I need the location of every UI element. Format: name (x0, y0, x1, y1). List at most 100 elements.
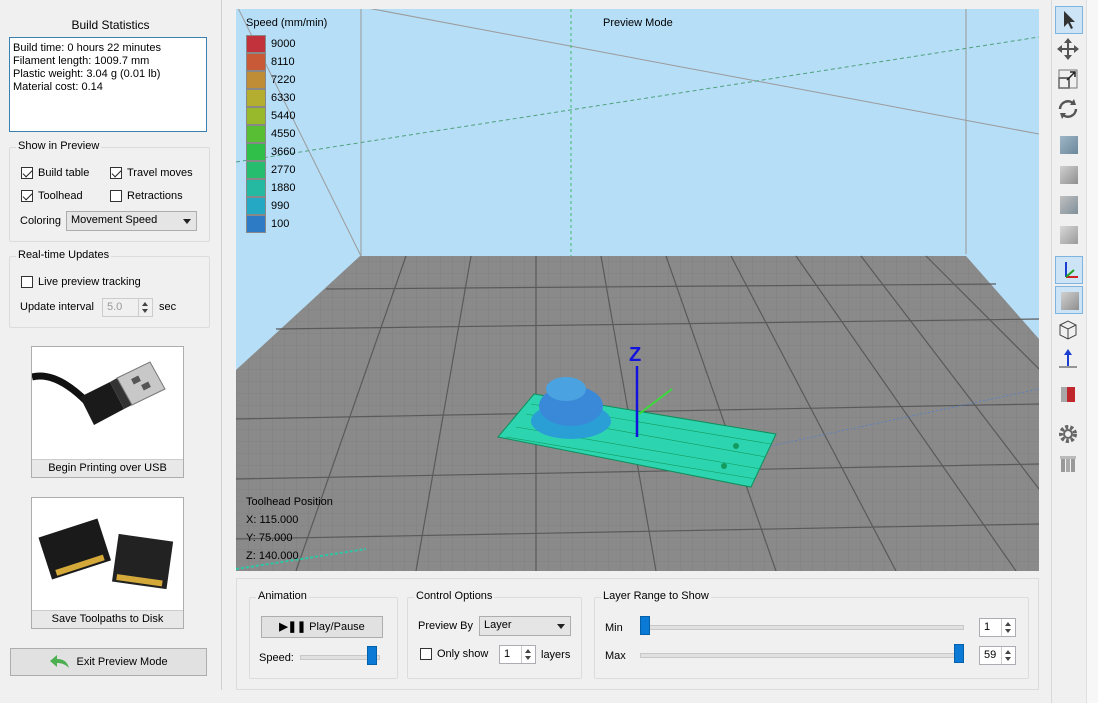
exit-preview-mode-button[interactable]: Exit Preview Mode (10, 648, 207, 676)
toolhead-position-title: Toolhead Position (246, 496, 333, 508)
preview-by-label: Preview By (418, 620, 474, 632)
build-table-checkbox[interactable] (21, 167, 33, 179)
travel-moves-label: Travel moves (127, 167, 193, 179)
vertical-scrollbar[interactable] (1086, 0, 1098, 703)
spin-up-icon[interactable] (1005, 622, 1011, 626)
chevron-down-icon (557, 624, 565, 629)
legend-row: 8110 (246, 53, 316, 71)
legend-swatch (246, 179, 266, 197)
only-show-layers-spinbox[interactable]: 1 (499, 645, 536, 664)
legend-row: 6330 (246, 89, 316, 107)
layer-min-label: Min (605, 622, 623, 634)
coloring-select-value: Movement Speed (71, 214, 158, 226)
view-front-tool[interactable] (1055, 131, 1083, 159)
legend-swatch (246, 197, 266, 215)
axes-tool[interactable] (1055, 256, 1083, 284)
z-axis-label: Z (629, 344, 641, 366)
legend-value: 5440 (271, 110, 296, 122)
build-statistics-title: Build Statistics (71, 18, 150, 32)
usb-cable-icon (31, 361, 166, 425)
layer-min-spinbox[interactable]: 1 (979, 618, 1016, 637)
legend-value: 100 (271, 218, 290, 230)
stat-plastic-weight: Plastic weight: 3.04 g (0.01 lb) (13, 68, 161, 80)
legend-row: 100 (246, 215, 316, 233)
travel-moves-checkbox[interactable] (110, 167, 122, 179)
toolhead-z: Z: 140.000 (246, 550, 299, 562)
legend-value: 990 (271, 200, 290, 212)
coloring-select[interactable]: Movement Speed (66, 211, 197, 231)
exit-preview-mode-label: Exit Preview Mode (76, 656, 168, 668)
retractions-label: Retractions (127, 190, 183, 202)
play-pause-button[interactable]: ▶❚❚ Play/Pause (261, 616, 383, 638)
move-tool[interactable] (1055, 36, 1083, 64)
speed-slider-handle[interactable] (366, 646, 377, 665)
only-show-checkbox[interactable] (420, 648, 432, 660)
view-top-tool[interactable] (1055, 191, 1083, 219)
move-icon (1057, 38, 1079, 60)
update-interval-spinbox[interactable]: 5.0 (102, 298, 153, 317)
layer-max-slider-handle[interactable] (954, 644, 964, 663)
only-show-label: Only show (437, 648, 489, 660)
solid-cube-icon (1061, 292, 1079, 310)
wireframe-tool[interactable] (1055, 316, 1083, 344)
layer-max-slider-track[interactable] (640, 653, 964, 658)
scale-tool[interactable] (1055, 66, 1083, 94)
view-front-icon (1060, 136, 1078, 154)
toolhead-y: Y: 75.000 (246, 532, 293, 544)
settings-tool[interactable] (1055, 421, 1083, 449)
preview-viewport[interactable]: Z Speed (mm/min) 9000 8110 7220 6330 5440 455… (236, 9, 1039, 571)
layer-max-spinbox[interactable]: 59 (979, 646, 1016, 665)
legend-swatch (246, 125, 266, 143)
begin-printing-usb-label: Begin Printing over USB (32, 459, 183, 477)
spin-up-icon[interactable] (1005, 650, 1011, 654)
retractions-checkbox[interactable] (110, 190, 122, 202)
spin-down-icon[interactable] (1005, 657, 1011, 661)
coloring-label: Coloring (20, 215, 61, 227)
view-iso-tool[interactable] (1055, 221, 1083, 249)
layer-min-value: 1 (984, 621, 991, 633)
begin-printing-usb-button[interactable]: Begin Printing over USB (31, 346, 184, 478)
sd-card-icon (38, 518, 174, 590)
build-direction-icon (1059, 349, 1077, 368)
layer-max-value: 59 (984, 649, 997, 661)
preview-mode-label: Preview Mode (603, 17, 673, 29)
realtime-updates-group: Real-time Updates (9, 249, 210, 328)
live-preview-tracking-checkbox[interactable] (21, 276, 33, 288)
layer-min-slider-track[interactable] (640, 625, 964, 630)
spin-down-icon[interactable] (142, 309, 148, 313)
section-tool[interactable] (1055, 381, 1083, 409)
back-arrow-icon (50, 655, 70, 669)
preview-by-select[interactable]: Layer (479, 616, 571, 636)
supports-icon (1060, 456, 1076, 472)
rotate-icon (1058, 99, 1078, 119)
spin-up-icon[interactable] (142, 302, 148, 306)
spin-down-icon[interactable] (525, 656, 531, 660)
stat-filament-length: Filament length: 1009.7 mm (13, 55, 150, 67)
build-statistics-box[interactable]: Build time: 0 hours 22 minutes Filament … (9, 37, 207, 132)
save-toolpaths-button[interactable]: Save Toolpaths to Disk (31, 497, 184, 629)
play-pause-label: Play/Pause (309, 621, 365, 633)
legend-swatch (246, 143, 266, 161)
settings-gear-icon (1059, 425, 1077, 443)
toolhead-checkbox[interactable] (21, 190, 33, 202)
spin-up-icon[interactable] (525, 649, 531, 653)
supports-tool[interactable] (1055, 451, 1083, 479)
view-side-tool[interactable] (1055, 161, 1083, 189)
rotate-tool[interactable] (1055, 96, 1083, 124)
control-options-group: Control Options (407, 590, 582, 679)
select-tool[interactable] (1055, 6, 1083, 34)
legend-value: 3660 (271, 146, 296, 158)
toolhead-label: Toolhead (38, 190, 83, 202)
legend-swatch (246, 89, 266, 107)
build-scene: Z (236, 9, 1039, 571)
build-table-label: Build table (38, 167, 90, 179)
legend-row: 990 (246, 197, 316, 215)
spin-down-icon[interactable] (1005, 629, 1011, 633)
show-in-preview-title: Show in Preview (16, 140, 102, 152)
chevron-down-icon (183, 219, 191, 224)
stat-material-cost: Material cost: 0.14 (13, 81, 103, 93)
solid-view-tool[interactable] (1055, 286, 1083, 314)
build-direction-tool[interactable] (1055, 346, 1083, 374)
layer-min-slider-handle[interactable] (640, 616, 650, 635)
layer-max-label: Max (605, 650, 626, 662)
